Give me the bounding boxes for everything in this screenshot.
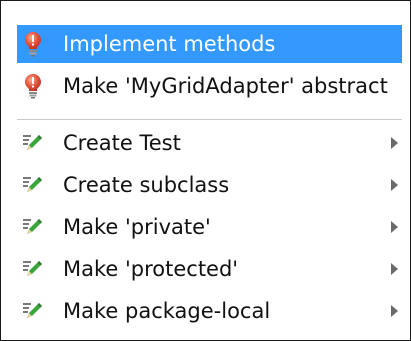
menu-item-label: Make 'private': [63, 215, 211, 239]
submenu-arrow-icon: [391, 221, 398, 233]
menu-item-make-package-local[interactable]: Make package-local: [17, 292, 398, 330]
intention-pencil-icon: [17, 250, 49, 288]
menu-item-label: Implement methods: [63, 32, 276, 56]
intention-pencil-icon: [17, 292, 49, 330]
menu-item-label: Create Test: [63, 131, 181, 155]
menu-item-make-abstract[interactable]: Make 'MyGridAdapter' abstract: [17, 67, 388, 105]
intention-actions-popup: Implement methods Make 'MyGridAdapter' a…: [0, 0, 411, 341]
menu-item-create-subclass[interactable]: Create subclass: [17, 166, 398, 204]
menu-item-implement-methods[interactable]: Implement methods: [17, 25, 402, 63]
menu-item-label: Make 'protected': [63, 257, 239, 281]
menu-item-make-protected[interactable]: Make 'protected': [17, 250, 398, 288]
menu-item-create-test[interactable]: Create Test: [17, 124, 398, 162]
menu-item-label: Make package-local: [63, 299, 271, 323]
submenu-arrow-icon: [391, 305, 398, 317]
intention-pencil-icon: [17, 124, 49, 162]
submenu-arrow-icon: [391, 263, 398, 275]
intention-pencil-icon: [17, 208, 49, 246]
submenu-arrow-icon: [391, 137, 398, 149]
menu-item-label: Make 'MyGridAdapter' abstract: [63, 74, 388, 98]
submenu-arrow-icon: [391, 179, 398, 191]
red-bulb-icon: [17, 67, 49, 105]
menu-item-make-private[interactable]: Make 'private': [17, 208, 398, 246]
red-bulb-icon: [17, 25, 49, 63]
intention-pencil-icon: [17, 166, 49, 204]
menu-separator: [17, 119, 402, 120]
menu-item-label: Create subclass: [63, 173, 230, 197]
